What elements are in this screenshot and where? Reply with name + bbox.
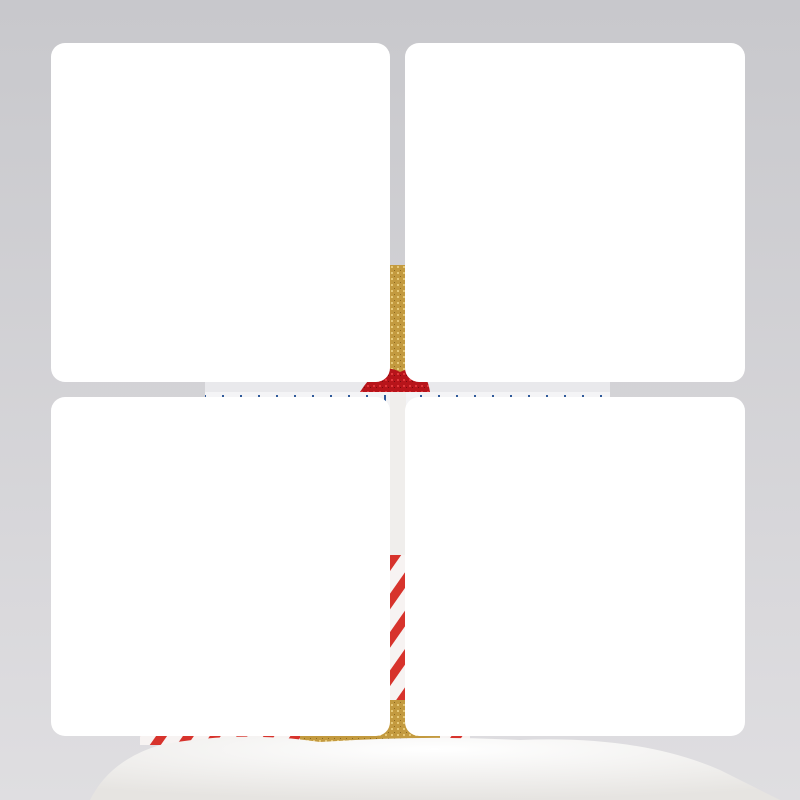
white-card-top-right xyxy=(405,43,745,382)
white-box-ribbon xyxy=(390,392,406,555)
white-card-top-left xyxy=(51,43,390,382)
white-card-bottom-right xyxy=(405,397,745,736)
white-card-bottom-left xyxy=(51,397,390,736)
